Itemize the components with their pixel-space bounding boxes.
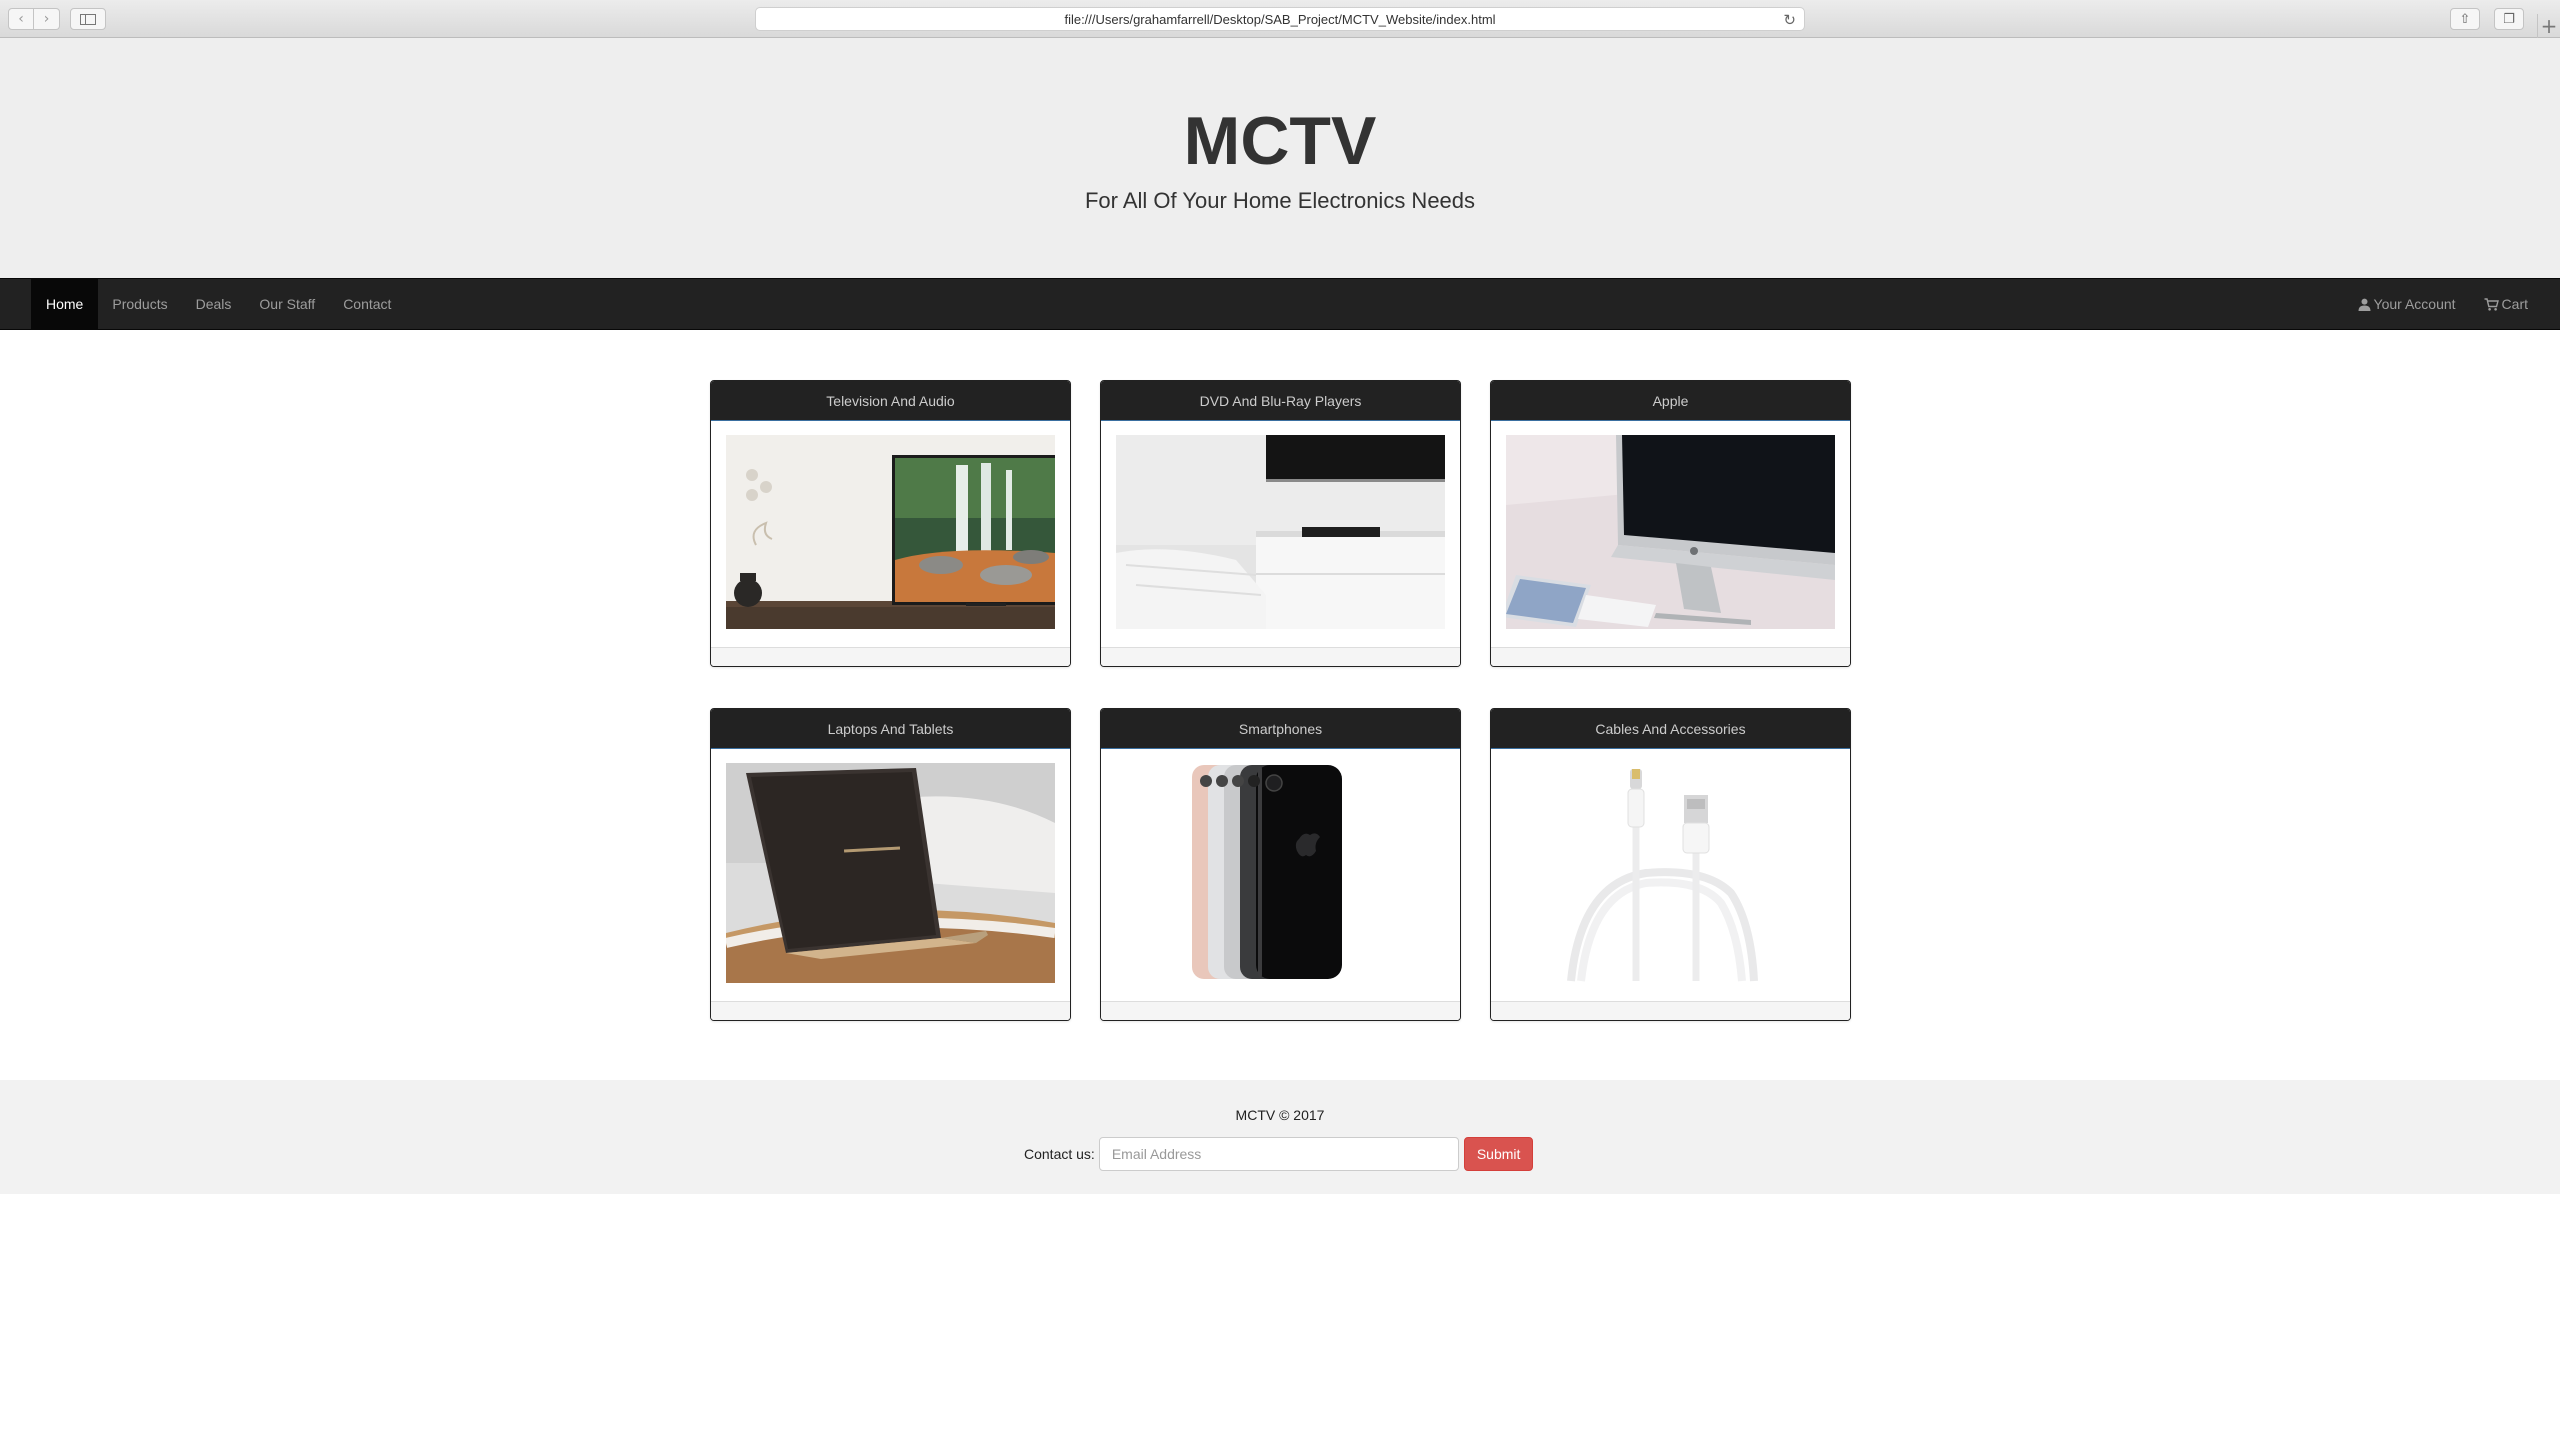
- tabs-icon: ❐: [2503, 11, 2515, 27]
- cart-icon: [2484, 297, 2499, 311]
- nav-contact[interactable]: Contact: [329, 279, 405, 329]
- back-button[interactable]: ‹: [8, 8, 34, 30]
- nav-right: Your Account Cart: [2344, 279, 2542, 329]
- cable-image: [1506, 763, 1835, 983]
- copyright-text: MCTV © 2017: [1235, 1107, 1325, 1123]
- sidebar-toggle-button[interactable]: [70, 8, 106, 30]
- browser-toolbar: ‹ › file:///Users/grahamfarrell/Desktop/…: [0, 0, 2560, 38]
- product-panel-apple[interactable]: Apple: [1490, 380, 1851, 667]
- panel-heading: Smartphones: [1101, 709, 1460, 749]
- panel-footer: [1491, 647, 1850, 666]
- reload-icon[interactable]: ↻: [1783, 11, 1796, 29]
- panel-footer: [711, 647, 1070, 666]
- email-placeholder: Email Address: [1111, 1146, 1202, 1162]
- panel-footer: [711, 1001, 1070, 1020]
- address-bar[interactable]: file:///Users/grahamfarrell/Desktop/SAB_…: [755, 7, 1805, 31]
- nav-deals[interactable]: Deals: [182, 279, 246, 329]
- chevron-left-icon: ‹: [18, 11, 24, 27]
- jumbotron: MCTV For All Of Your Home Electronics Ne…: [0, 38, 2560, 278]
- tv-image: [726, 435, 1055, 629]
- nav-home[interactable]: Home: [31, 279, 99, 329]
- product-panel-bluray[interactable]: DVD And Blu-Ray Players: [1100, 380, 1461, 667]
- site-tagline: For All Of Your Home Electronics Needs: [1084, 188, 1476, 213]
- share-button[interactable]: ⇧: [2450, 8, 2480, 30]
- product-panel-cables[interactable]: Cables And Accessories: [1490, 708, 1851, 1021]
- panel-heading: Apple: [1491, 381, 1850, 421]
- panel-heading: DVD And Blu-Ray Players: [1101, 381, 1460, 421]
- chevron-right-icon: ›: [43, 11, 50, 27]
- panel-footer: [1491, 1001, 1850, 1020]
- nav-cart-label: Cart: [2501, 296, 2528, 312]
- panel-footer: [1101, 647, 1460, 666]
- forward-button[interactable]: ›: [34, 8, 60, 30]
- nav-products[interactable]: Products: [98, 279, 181, 329]
- laptop-image: [726, 763, 1055, 983]
- panel-heading: Laptops And Tablets: [711, 709, 1070, 749]
- share-icon: ⇧: [2459, 11, 2471, 27]
- nav-left: Home Products Deals Our Staff Contact: [31, 279, 405, 329]
- submit-button[interactable]: Submit: [1463, 1137, 1534, 1171]
- panel-heading: Television And Audio: [711, 381, 1070, 421]
- product-panel-tv[interactable]: Television And Audio: [710, 380, 1071, 667]
- panel-heading: Cables And Accessories: [1491, 709, 1850, 749]
- tab-overview-button[interactable]: ❐: [2494, 8, 2524, 30]
- email-field[interactable]: Email Address: [1098, 1137, 1459, 1171]
- bluray-image: [1116, 435, 1445, 629]
- nav-your-account[interactable]: Your Account: [2344, 279, 2470, 329]
- history-buttons: ‹ ›: [8, 8, 60, 30]
- contact-label: Contact us:: [1024, 1146, 1095, 1162]
- plus-icon: +: [2540, 14, 2558, 38]
- address-bar-url: file:///Users/grahamfarrell/Desktop/SAB_…: [1064, 11, 1496, 27]
- site-title: MCTV: [1183, 103, 1377, 179]
- nav-your-account-label: Your Account: [2373, 296, 2456, 312]
- user-icon: [2358, 298, 2371, 311]
- site-footer: MCTV © 2017 Contact us: Email Address Su…: [0, 1080, 2560, 1194]
- product-panel-smartphones[interactable]: Smartphones: [1100, 708, 1461, 1021]
- new-tab-button[interactable]: +: [2537, 14, 2560, 38]
- nav-cart[interactable]: Cart: [2470, 279, 2542, 329]
- iphones-image: [1116, 763, 1445, 983]
- main-navbar: Home Products Deals Our Staff Contact Yo…: [0, 278, 2560, 330]
- contact-form: Contact us: Email Address Submit: [1024, 1137, 1534, 1171]
- panel-footer: [1101, 1001, 1460, 1020]
- nav-our-staff[interactable]: Our Staff: [245, 279, 329, 329]
- product-panel-laptops[interactable]: Laptops And Tablets: [710, 708, 1071, 1021]
- imac-image: [1506, 435, 1835, 629]
- sidebar-icon: [80, 13, 96, 25]
